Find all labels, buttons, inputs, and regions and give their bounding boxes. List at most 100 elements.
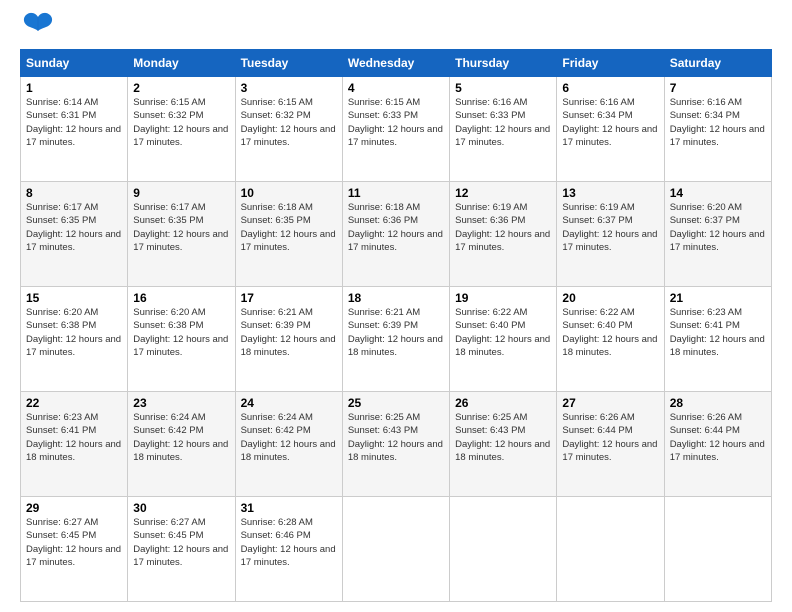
col-header-tuesday: Tuesday bbox=[235, 50, 342, 77]
day-info: Sunrise: 6:20 AMSunset: 6:38 PMDaylight:… bbox=[26, 307, 121, 358]
calendar-cell: 16 Sunrise: 6:20 AMSunset: 6:38 PMDayligh… bbox=[128, 287, 235, 392]
calendar-cell: 22 Sunrise: 6:23 AMSunset: 6:41 PMDayligh… bbox=[21, 392, 128, 497]
calendar-cell: 30 Sunrise: 6:27 AMSunset: 6:45 PMDayligh… bbox=[128, 497, 235, 602]
day-number: 28 bbox=[670, 396, 766, 410]
day-info: Sunrise: 6:15 AMSunset: 6:32 PMDaylight:… bbox=[241, 97, 336, 148]
day-number: 12 bbox=[455, 186, 551, 200]
calendar-cell: 14 Sunrise: 6:20 AMSunset: 6:37 PMDayligh… bbox=[664, 182, 771, 287]
calendar-cell: 23Sunrise: 6:24 AMSunset: 6:42 PMDayligh… bbox=[128, 392, 235, 497]
day-info: Sunrise: 6:27 AMSunset: 6:45 PMDaylight:… bbox=[133, 517, 228, 568]
day-number: 4 bbox=[348, 81, 444, 95]
day-number: 26 bbox=[455, 396, 551, 410]
calendar-cell: 12 Sunrise: 6:19 AMSunset: 6:36 PMDayligh… bbox=[450, 182, 557, 287]
calendar-cell: 31 Sunrise: 6:28 AMSunset: 6:46 PMDayligh… bbox=[235, 497, 342, 602]
day-info: Sunrise: 6:20 AMSunset: 6:38 PMDaylight:… bbox=[133, 307, 228, 358]
day-number: 31 bbox=[241, 501, 337, 515]
calendar-cell: 19 Sunrise: 6:22 AMSunset: 6:40 PMDayligh… bbox=[450, 287, 557, 392]
day-number: 27 bbox=[562, 396, 658, 410]
day-number: 1 bbox=[26, 81, 122, 95]
logo bbox=[20, 15, 54, 39]
calendar-cell: 24Sunrise: 6:24 AMSunset: 6:42 PMDayligh… bbox=[235, 392, 342, 497]
calendar-cell: 28 Sunrise: 6:26 AMSunset: 6:44 PMDayligh… bbox=[664, 392, 771, 497]
day-info: Sunrise: 6:28 AMSunset: 6:46 PMDaylight:… bbox=[241, 517, 336, 568]
calendar-cell: 13 Sunrise: 6:19 AMSunset: 6:37 PMDayligh… bbox=[557, 182, 664, 287]
day-number: 9 bbox=[133, 186, 229, 200]
day-info: Sunrise: 6:22 AMSunset: 6:40 PMDaylight:… bbox=[455, 307, 550, 358]
day-info: Sunrise: 6:16 AMSunset: 6:34 PMDaylight:… bbox=[670, 97, 765, 148]
day-info: Sunrise: 6:18 AMSunset: 6:36 PMDaylight:… bbox=[348, 202, 443, 253]
calendar-cell: 3Sunrise: 6:15 AMSunset: 6:32 PMDaylight… bbox=[235, 77, 342, 182]
calendar-cell: 10 Sunrise: 6:18 AMSunset: 6:35 PMDayligh… bbox=[235, 182, 342, 287]
day-number: 2 bbox=[133, 81, 229, 95]
day-number: 25 bbox=[348, 396, 444, 410]
day-info: Sunrise: 6:27 AMSunset: 6:45 PMDaylight:… bbox=[26, 517, 121, 568]
day-info: Sunrise: 6:19 AMSunset: 6:37 PMDaylight:… bbox=[562, 202, 657, 253]
day-info: Sunrise: 6:23 AMSunset: 6:41 PMDaylight:… bbox=[670, 307, 765, 358]
day-number: 7 bbox=[670, 81, 766, 95]
header bbox=[20, 15, 772, 39]
calendar-cell: 5 Sunrise: 6:16 AMSunset: 6:33 PMDaylight… bbox=[450, 77, 557, 182]
day-number: 17 bbox=[241, 291, 337, 305]
calendar-cell: 6 Sunrise: 6:16 AMSunset: 6:34 PMDaylight… bbox=[557, 77, 664, 182]
day-info: Sunrise: 6:17 AMSunset: 6:35 PMDaylight:… bbox=[133, 202, 228, 253]
calendar-cell: 18Sunrise: 6:21 AMSunset: 6:39 PMDayligh… bbox=[342, 287, 449, 392]
day-number: 24 bbox=[241, 396, 337, 410]
day-number: 19 bbox=[455, 291, 551, 305]
day-number: 10 bbox=[241, 186, 337, 200]
day-info: Sunrise: 6:15 AMSunset: 6:33 PMDaylight:… bbox=[348, 97, 443, 148]
day-number: 6 bbox=[562, 81, 658, 95]
day-number: 14 bbox=[670, 186, 766, 200]
day-info: Sunrise: 6:22 AMSunset: 6:40 PMDaylight:… bbox=[562, 307, 657, 358]
calendar-cell: 2 Sunrise: 6:15 AMSunset: 6:32 PMDaylight… bbox=[128, 77, 235, 182]
calendar-cell bbox=[664, 497, 771, 602]
day-number: 20 bbox=[562, 291, 658, 305]
day-number: 18 bbox=[348, 291, 444, 305]
day-info: Sunrise: 6:17 AMSunset: 6:35 PMDaylight:… bbox=[26, 202, 121, 253]
col-header-saturday: Saturday bbox=[664, 50, 771, 77]
day-info: Sunrise: 6:18 AMSunset: 6:35 PMDaylight:… bbox=[241, 202, 336, 253]
calendar-cell: 27 Sunrise: 6:26 AMSunset: 6:44 PMDayligh… bbox=[557, 392, 664, 497]
col-header-friday: Friday bbox=[557, 50, 664, 77]
day-number: 11 bbox=[348, 186, 444, 200]
calendar-cell: 17 Sunrise: 6:21 AMSunset: 6:39 PMDayligh… bbox=[235, 287, 342, 392]
day-number: 21 bbox=[670, 291, 766, 305]
day-info: Sunrise: 6:16 AMSunset: 6:34 PMDaylight:… bbox=[562, 97, 657, 148]
col-header-wednesday: Wednesday bbox=[342, 50, 449, 77]
day-number: 16 bbox=[133, 291, 229, 305]
calendar-cell bbox=[557, 497, 664, 602]
day-info: Sunrise: 6:26 AMSunset: 6:44 PMDaylight:… bbox=[670, 412, 765, 463]
day-number: 13 bbox=[562, 186, 658, 200]
day-info: Sunrise: 6:14 AMSunset: 6:31 PMDaylight:… bbox=[26, 97, 121, 148]
calendar-cell: 21 Sunrise: 6:23 AMSunset: 6:41 PMDayligh… bbox=[664, 287, 771, 392]
day-info: Sunrise: 6:21 AMSunset: 6:39 PMDaylight:… bbox=[241, 307, 336, 358]
day-number: 22 bbox=[26, 396, 122, 410]
day-info: Sunrise: 6:16 AMSunset: 6:33 PMDaylight:… bbox=[455, 97, 550, 148]
calendar-cell: 15 Sunrise: 6:20 AMSunset: 6:38 PMDayligh… bbox=[21, 287, 128, 392]
calendar-cell: 4 Sunrise: 6:15 AMSunset: 6:33 PMDaylight… bbox=[342, 77, 449, 182]
day-info: Sunrise: 6:26 AMSunset: 6:44 PMDaylight:… bbox=[562, 412, 657, 463]
day-number: 5 bbox=[455, 81, 551, 95]
day-info: Sunrise: 6:20 AMSunset: 6:37 PMDaylight:… bbox=[670, 202, 765, 253]
page: SundayMondayTuesdayWednesdayThursdayFrid… bbox=[0, 0, 792, 612]
col-header-thursday: Thursday bbox=[450, 50, 557, 77]
calendar-cell: 29 Sunrise: 6:27 AMSunset: 6:45 PMDayligh… bbox=[21, 497, 128, 602]
col-header-sunday: Sunday bbox=[21, 50, 128, 77]
day-info: Sunrise: 6:15 AMSunset: 6:32 PMDaylight:… bbox=[133, 97, 228, 148]
day-number: 29 bbox=[26, 501, 122, 515]
calendar-cell: 9 Sunrise: 6:17 AMSunset: 6:35 PMDaylight… bbox=[128, 182, 235, 287]
calendar-cell: 26 Sunrise: 6:25 AMSunset: 6:43 PMDayligh… bbox=[450, 392, 557, 497]
day-info: Sunrise: 6:24 AMSunset: 6:42 PMDaylight:… bbox=[133, 412, 228, 463]
day-info: Sunrise: 6:19 AMSunset: 6:36 PMDaylight:… bbox=[455, 202, 550, 253]
logo-bird-icon bbox=[22, 9, 54, 37]
calendar-cell bbox=[342, 497, 449, 602]
day-info: Sunrise: 6:25 AMSunset: 6:43 PMDaylight:… bbox=[455, 412, 550, 463]
calendar-cell: 25 Sunrise: 6:25 AMSunset: 6:43 PMDayligh… bbox=[342, 392, 449, 497]
calendar-cell bbox=[450, 497, 557, 602]
day-info: Sunrise: 6:25 AMSunset: 6:43 PMDaylight:… bbox=[348, 412, 443, 463]
calendar-cell: 1 Sunrise: 6:14 AMSunset: 6:31 PMDaylight… bbox=[21, 77, 128, 182]
day-number: 8 bbox=[26, 186, 122, 200]
calendar-cell: 8 Sunrise: 6:17 AMSunset: 6:35 PMDaylight… bbox=[21, 182, 128, 287]
day-number: 30 bbox=[133, 501, 229, 515]
day-info: Sunrise: 6:23 AMSunset: 6:41 PMDaylight:… bbox=[26, 412, 121, 463]
day-number: 15 bbox=[26, 291, 122, 305]
